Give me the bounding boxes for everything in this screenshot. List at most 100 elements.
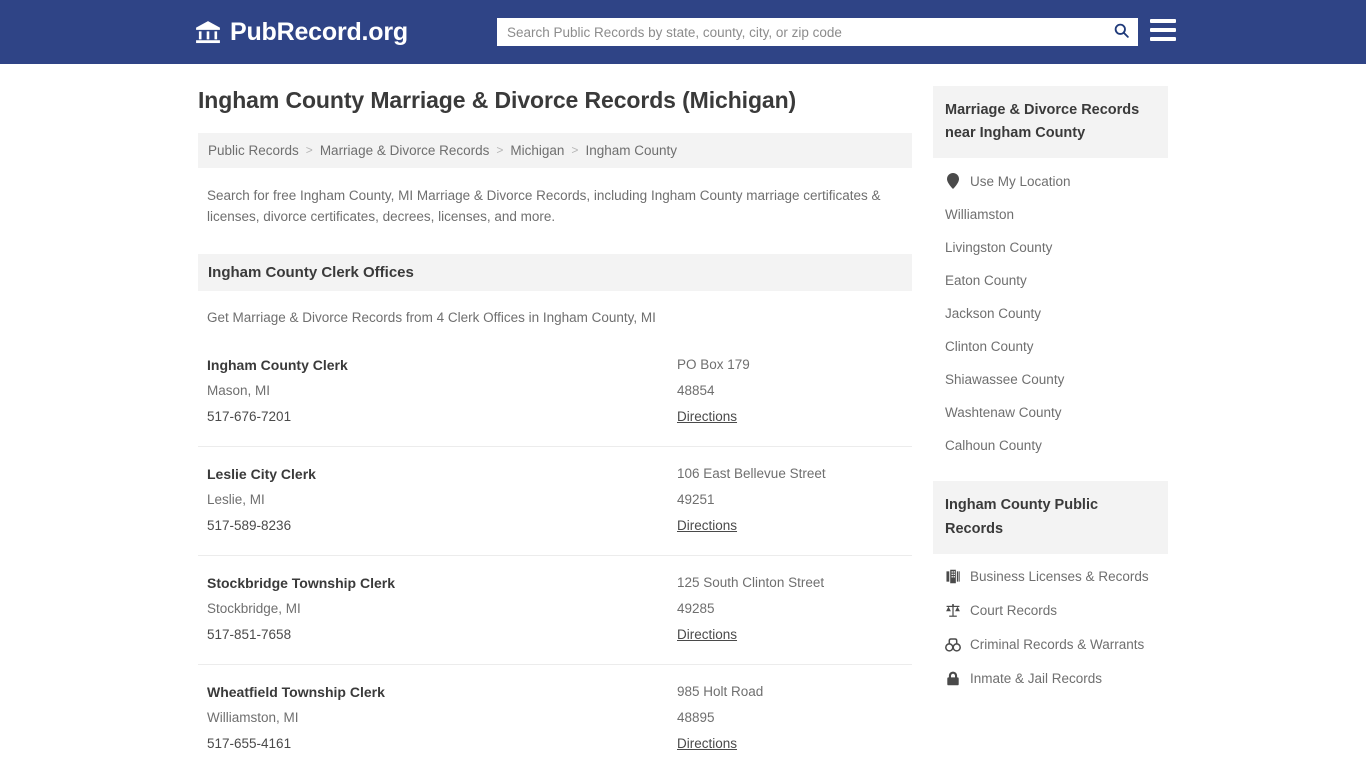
record-right-column: 985 Holt Road 48895 Directions: [677, 679, 903, 757]
bank-icon: [195, 19, 221, 45]
table-row: Stockbridge Township Clerk Stockbridge, …: [198, 556, 912, 665]
record-phone: 517-676-7201: [207, 408, 292, 424]
sidebar-item-label: Williamston: [945, 207, 1015, 223]
sidebar-item-court-records[interactable]: Court Records: [933, 594, 1168, 628]
table-row: Wheatfield Township Clerk Williamston, M…: [198, 665, 912, 768]
record-phone: 517-851-7658: [207, 626, 292, 642]
sidebar-item-label: Criminal Records & Warrants: [970, 637, 1145, 653]
sidebar-nearby-list: Use My Location Williamston Livingston C…: [933, 158, 1168, 462]
record-name: Ingham County Clerk: [207, 356, 348, 373]
sidebar-item-shiawassee-county[interactable]: Shiawassee County: [933, 363, 1168, 396]
directions-link[interactable]: Directions: [677, 404, 737, 430]
record-city-state: Mason, MI: [207, 382, 271, 398]
breadcrumb-item-marriage-divorce-records[interactable]: Marriage & Divorce Records: [320, 143, 490, 158]
sidebar-item-washtenaw-county[interactable]: Washtenaw County: [933, 396, 1168, 429]
site-logo[interactable]: PubRecord.org: [195, 18, 408, 47]
record-name: Stockbridge Township Clerk: [207, 574, 395, 591]
record-left-column: Wheatfield Township Clerk Williamston, M…: [207, 679, 677, 757]
record-city-state: Williamston, MI: [207, 710, 299, 725]
sidebar-item-label: Shiawassee County: [945, 372, 1065, 388]
search-bar: [497, 18, 1138, 46]
search-input[interactable]: [497, 18, 1104, 46]
record-city-state: Stockbridge, MI: [207, 600, 301, 616]
sidebar-item-label: Inmate & Jail Records: [970, 671, 1103, 687]
sidebar-item-use-my-location[interactable]: Use My Location: [933, 164, 1168, 198]
sidebar-item-eaton-county[interactable]: Eaton County: [933, 264, 1168, 297]
site-header: PubRecord.org: [0, 0, 1366, 64]
breadcrumb: Public Records > Marriage & Divorce Reco…: [198, 132, 912, 168]
record-right-column: 125 South Clinton Street 49285 Direction…: [677, 570, 903, 648]
record-zip: 49285: [677, 600, 715, 616]
record-address: 106 East Bellevue Street: [677, 465, 826, 481]
menu-bar-1: [1150, 19, 1176, 23]
sidebar-item-criminal-records-warrants[interactable]: Criminal Records & Warrants: [933, 628, 1168, 662]
table-row: Ingham County Clerk Mason, MI 517-676-72…: [198, 338, 912, 447]
sidebar-heading-public-records: Ingham County Public Records: [933, 481, 1168, 554]
page-intro-text: Search for free Ingham County, MI Marria…: [207, 187, 881, 225]
sidebar-item-label: Use My Location: [970, 173, 1071, 189]
directions-link[interactable]: Directions: [677, 513, 737, 539]
breadcrumb-separator: >: [496, 143, 504, 158]
table-row: Leslie City Clerk Leslie, MI 517-589-823…: [198, 447, 912, 556]
record-left-column: Ingham County Clerk Mason, MI 517-676-72…: [207, 352, 677, 430]
sidebar-item-calhoun-county[interactable]: Calhoun County: [933, 429, 1168, 462]
sidebar-item-clinton-county[interactable]: Clinton County: [933, 330, 1168, 363]
record-left-column: Leslie City Clerk Leslie, MI 517-589-823…: [207, 461, 677, 539]
section-heading-clerk-offices: Ingham County Clerk Offices: [198, 253, 912, 291]
breadcrumb-item-michigan[interactable]: Michigan: [510, 143, 564, 158]
sidebar-item-label: Washtenaw County: [945, 405, 1062, 421]
page-body: Ingham County Marriage & Divorce Records…: [0, 64, 1366, 768]
sidebar-public-records-list: Business Licenses & Records Court Record…: [933, 554, 1168, 696]
sidebar-heading-nearby: Marriage & Divorce Records near Ingham C…: [933, 86, 1168, 159]
sidebar-item-label: Livingston County: [945, 240, 1053, 256]
main-column: Ingham County Marriage & Divorce Records…: [198, 86, 912, 768]
hamburger-menu-icon[interactable]: [1150, 19, 1176, 41]
breadcrumb-separator: >: [305, 143, 313, 158]
sidebar-item-livingston-county[interactable]: Livingston County: [933, 231, 1168, 264]
sidebar-item-williamston[interactable]: Williamston: [933, 198, 1168, 231]
record-address: 125 South Clinton Street: [677, 574, 825, 590]
record-zip: 48854: [677, 382, 715, 398]
sidebar-item-jackson-county[interactable]: Jackson County: [933, 297, 1168, 330]
sidebar: Marriage & Divorce Records near Ingham C…: [933, 86, 1168, 696]
page-title: Ingham County Marriage & Divorce Records…: [198, 87, 797, 113]
directions-link[interactable]: Directions: [677, 622, 737, 648]
breadcrumb-separator: >: [571, 143, 579, 158]
record-zip: 48895: [677, 710, 715, 726]
section-subtitle-clerk-offices: Get Marriage & Divorce Records from 4 Cl…: [207, 309, 656, 325]
sidebar-item-label: Jackson County: [945, 306, 1042, 322]
clerk-offices-list: Ingham County Clerk Mason, MI 517-676-72…: [198, 338, 912, 768]
menu-bar-3: [1150, 37, 1176, 41]
record-name: Leslie City Clerk: [207, 465, 316, 482]
breadcrumb-item-public-records[interactable]: Public Records: [208, 143, 299, 158]
scales-icon: [945, 603, 961, 619]
building-icon: [945, 569, 961, 585]
record-zip: 49251: [677, 491, 715, 507]
directions-link[interactable]: Directions: [677, 731, 737, 757]
sidebar-item-label: Business Licenses & Records: [970, 569, 1149, 585]
menu-bar-2: [1150, 28, 1176, 32]
sidebar-public-records-block: Ingham County Public Records Business Li…: [933, 481, 1168, 695]
content-container: Ingham County Marriage & Divorce Records…: [198, 86, 1168, 768]
record-left-column: Stockbridge Township Clerk Stockbridge, …: [207, 570, 677, 648]
map-pin-icon: [945, 173, 961, 190]
record-phone: 517-589-8236: [207, 517, 292, 533]
sidebar-item-label: Clinton County: [945, 339, 1034, 355]
handcuffs-icon: [945, 637, 961, 653]
record-name: Wheatfield Township Clerk: [207, 683, 385, 700]
record-right-column: 106 East Bellevue Street 49251 Direction…: [677, 461, 903, 539]
search-button[interactable]: [1104, 18, 1138, 46]
record-address: 985 Holt Road: [677, 683, 764, 699]
sidebar-item-business-licenses-records[interactable]: Business Licenses & Records: [933, 560, 1168, 594]
record-address: PO Box 179: [677, 356, 750, 372]
brand-name: PubRecord.org: [230, 17, 408, 46]
search-icon: [1113, 22, 1130, 42]
sidebar-item-label: Court Records: [970, 603, 1058, 619]
lock-icon: [945, 671, 961, 687]
record-phone: 517-655-4161: [207, 736, 292, 752]
sidebar-item-label: Eaton County: [945, 273, 1027, 289]
sidebar-item-inmate-jail-records[interactable]: Inmate & Jail Records: [933, 662, 1168, 696]
breadcrumb-item-ingham-county[interactable]: Ingham County: [585, 143, 677, 158]
sidebar-item-label: Calhoun County: [945, 438, 1042, 454]
record-right-column: PO Box 179 48854 Directions: [677, 352, 903, 430]
